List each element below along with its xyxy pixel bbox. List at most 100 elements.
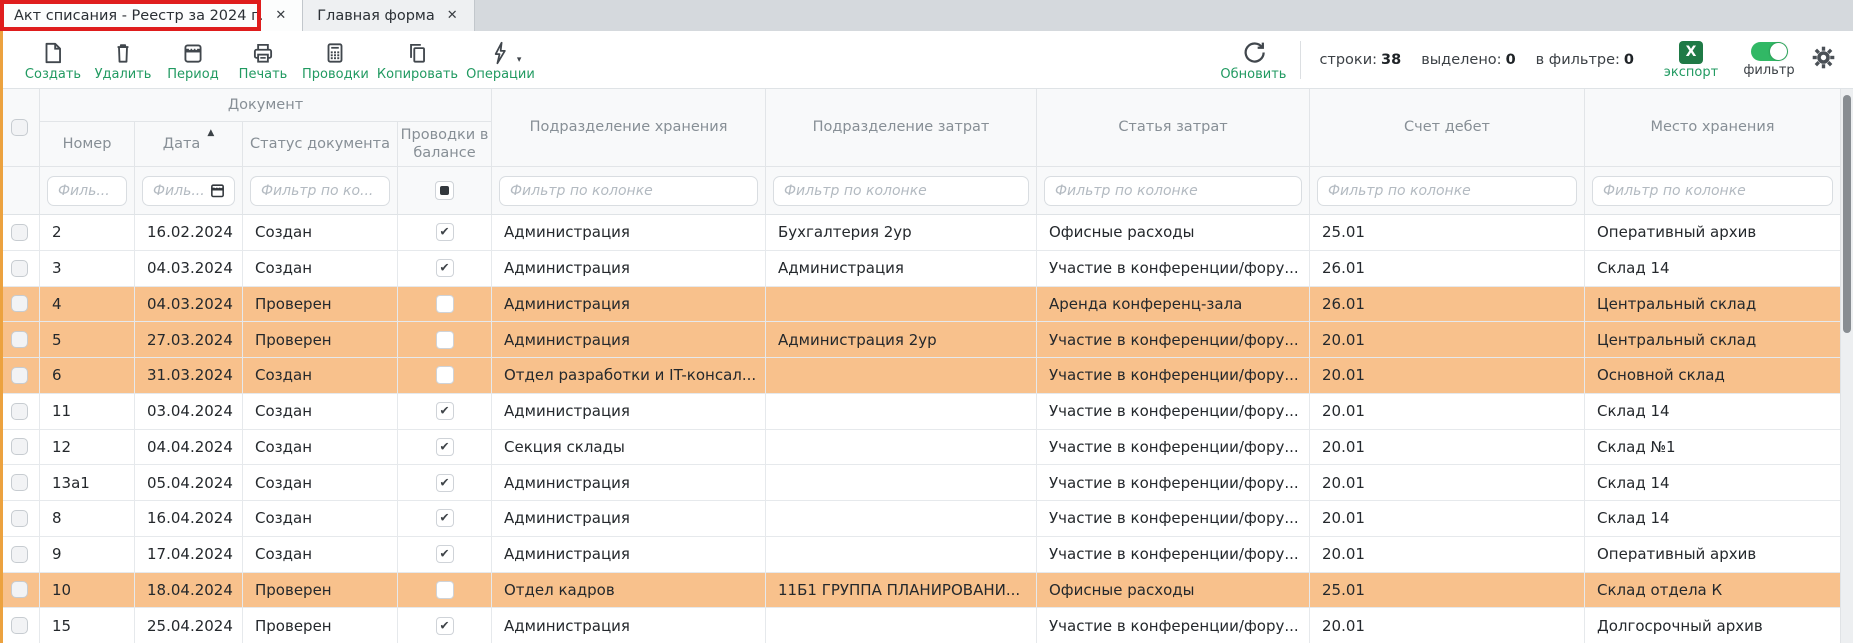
posted-checkbox[interactable] — [436, 581, 454, 599]
column-header-status[interactable]: Статус документа — [243, 122, 398, 167]
postings-label: Проводки — [302, 68, 369, 81]
delete-button[interactable]: Удалить — [92, 39, 154, 81]
column-header-date[interactable]: Дата ▲ — [135, 122, 243, 167]
calendar-icon[interactable] — [209, 182, 226, 199]
table-row[interactable]: 917.04.2024Создан✔АдминистрацияУчастие в… — [0, 537, 1853, 573]
filter-input-dept_storage[interactable] — [508, 182, 749, 200]
posted-checkbox[interactable]: ✔ — [436, 259, 454, 277]
copy-button[interactable]: Копировать — [377, 39, 458, 81]
cell-dept_storage: Администрация — [492, 608, 766, 643]
toolbar-divider — [1300, 41, 1301, 79]
row-select-checkbox[interactable] — [11, 260, 28, 277]
table-row[interactable]: 13а105.04.2024Создан✔АдминистрацияУчасти… — [0, 465, 1853, 501]
cell-dept_cost — [766, 287, 1037, 323]
cell-debit: 20.01 — [1310, 358, 1585, 394]
vertical-scrollbar[interactable] — [1840, 89, 1853, 643]
posted-checkbox[interactable]: ✔ — [436, 438, 454, 456]
table-row[interactable]: 1103.04.2024Создан✔АдминистрацияУчастие … — [0, 394, 1853, 430]
table-row[interactable]: 216.02.2024Создан✔АдминистрацияБухгалтер… — [0, 215, 1853, 251]
filter-toggle[interactable]: фильтр — [1738, 42, 1800, 78]
postings-button[interactable]: Проводки — [302, 39, 369, 81]
cell-debit: 20.01 — [1310, 608, 1585, 643]
posted-checkbox[interactable] — [436, 366, 454, 384]
posted-checkbox[interactable]: ✔ — [436, 474, 454, 492]
filter-input-box — [1592, 176, 1833, 206]
row-select-cell — [0, 322, 40, 358]
scrollbar-thumb[interactable] — [1843, 95, 1851, 333]
filter-input-debit[interactable] — [1326, 182, 1568, 200]
filter-input-box — [773, 176, 1029, 206]
cell-status: Создан — [243, 358, 398, 394]
row-select-checkbox[interactable] — [11, 367, 28, 384]
table-row[interactable]: 304.03.2024Создан✔АдминистрацияАдминистр… — [0, 251, 1853, 287]
cell-posted — [398, 573, 492, 609]
cell-location: Оперативный архив — [1585, 215, 1840, 251]
posted-checkbox[interactable] — [436, 331, 454, 349]
refresh-button[interactable]: Обновить — [1220, 39, 1286, 81]
row-select-checkbox[interactable] — [11, 403, 28, 420]
row-select-checkbox[interactable] — [11, 617, 28, 634]
column-header-dept-cost[interactable]: Подразделение затрат — [766, 89, 1037, 167]
filter-input-location[interactable] — [1601, 182, 1824, 200]
cell-location: Центральный склад — [1585, 322, 1840, 358]
cell-date: 04.04.2024 — [135, 430, 243, 466]
cell-cost_item: Участие в конференции/фору... — [1037, 465, 1310, 501]
table-row[interactable]: 631.03.2024СозданОтдел разработки и IT-к… — [0, 358, 1853, 394]
posted-checkbox[interactable]: ✔ — [436, 617, 454, 635]
row-select-checkbox[interactable] — [11, 438, 28, 455]
filter-input-cost_item[interactable] — [1053, 182, 1293, 200]
select-all-checkbox[interactable] — [11, 119, 28, 136]
filter-input-date[interactable] — [151, 182, 205, 200]
table-row[interactable]: 527.03.2024ПроверенАдминистрацияАдминист… — [0, 322, 1853, 358]
print-button[interactable]: Печать — [232, 39, 294, 81]
check-icon: ✔ — [439, 512, 449, 524]
excel-icon: X — [1679, 41, 1703, 64]
gear-icon[interactable] — [1810, 44, 1837, 75]
table-row[interactable]: 1525.04.2024Проверен✔АдминистрацияУчасти… — [0, 608, 1853, 643]
row-select-checkbox[interactable] — [11, 224, 28, 241]
filter-input-dept_cost[interactable] — [782, 182, 1020, 200]
cell-status: Проверен — [243, 287, 398, 323]
row-select-checkbox[interactable] — [11, 510, 28, 527]
cell-number: 4 — [40, 287, 135, 323]
posted-checkbox[interactable]: ✔ — [436, 545, 454, 563]
tab-act-spisaniya[interactable]: Акт списания - Реестр за 2024 г. ✕ — [0, 0, 303, 31]
posted-checkbox[interactable]: ✔ — [436, 509, 454, 527]
column-header-cost-item[interactable]: Статья затрат — [1037, 89, 1310, 167]
row-select-checkbox[interactable] — [11, 474, 28, 491]
table-row[interactable]: 816.04.2024Создан✔АдминистрацияУчастие в… — [0, 501, 1853, 537]
posted-checkbox[interactable] — [436, 295, 454, 313]
posted-checkbox[interactable]: ✔ — [436, 223, 454, 241]
row-select-checkbox[interactable] — [11, 546, 28, 563]
column-header-number[interactable]: Номер — [40, 122, 135, 167]
cell-cost_item: Аренда конференц-зала — [1037, 287, 1310, 323]
posted-checkbox[interactable]: ✔ — [436, 402, 454, 420]
column-header-dept-storage[interactable]: Подразделение хранения — [492, 89, 766, 167]
close-icon[interactable]: ✕ — [445, 8, 460, 23]
cell-number: 6 — [40, 358, 135, 394]
create-button[interactable]: Создать — [22, 39, 84, 81]
row-select-cell — [0, 358, 40, 394]
toolbar: СоздатьУдалитьПериодПечать Проводки Копиро… — [0, 31, 1853, 88]
row-select-checkbox[interactable] — [11, 295, 28, 312]
period-button[interactable]: Период — [162, 39, 224, 81]
operations-button[interactable]: ▾Операции — [466, 39, 535, 81]
posted-filter-checkbox[interactable] — [435, 181, 454, 200]
tab-glavnaya-forma[interactable]: Главная форма ✕ — [303, 0, 474, 31]
column-header-location[interactable]: Место хранения — [1585, 89, 1840, 167]
column-header-debit[interactable]: Счет дебет — [1310, 89, 1585, 167]
cell-posted: ✔ — [398, 608, 492, 643]
cell-date: 03.04.2024 — [135, 394, 243, 430]
filter-input-number[interactable] — [56, 182, 118, 200]
check-icon: ✔ — [439, 226, 449, 238]
table-row[interactable]: 404.03.2024ПроверенАдминистрацияАренда к… — [0, 287, 1853, 323]
table-row[interactable]: 1018.04.2024ПроверенОтдел кадров11Б1 ГРУ… — [0, 573, 1853, 609]
check-icon: ✔ — [439, 619, 449, 631]
filter-input-status[interactable] — [259, 182, 381, 200]
column-header-posted[interactable]: Проводки в балансе — [398, 122, 492, 167]
row-select-checkbox[interactable] — [11, 581, 28, 598]
table-row[interactable]: 1204.04.2024Создан✔Секция складыУчастие … — [0, 430, 1853, 466]
export-button[interactable]: Xэкспорт — [1660, 41, 1722, 79]
row-select-checkbox[interactable] — [11, 331, 28, 348]
close-icon[interactable]: ✕ — [273, 8, 288, 23]
